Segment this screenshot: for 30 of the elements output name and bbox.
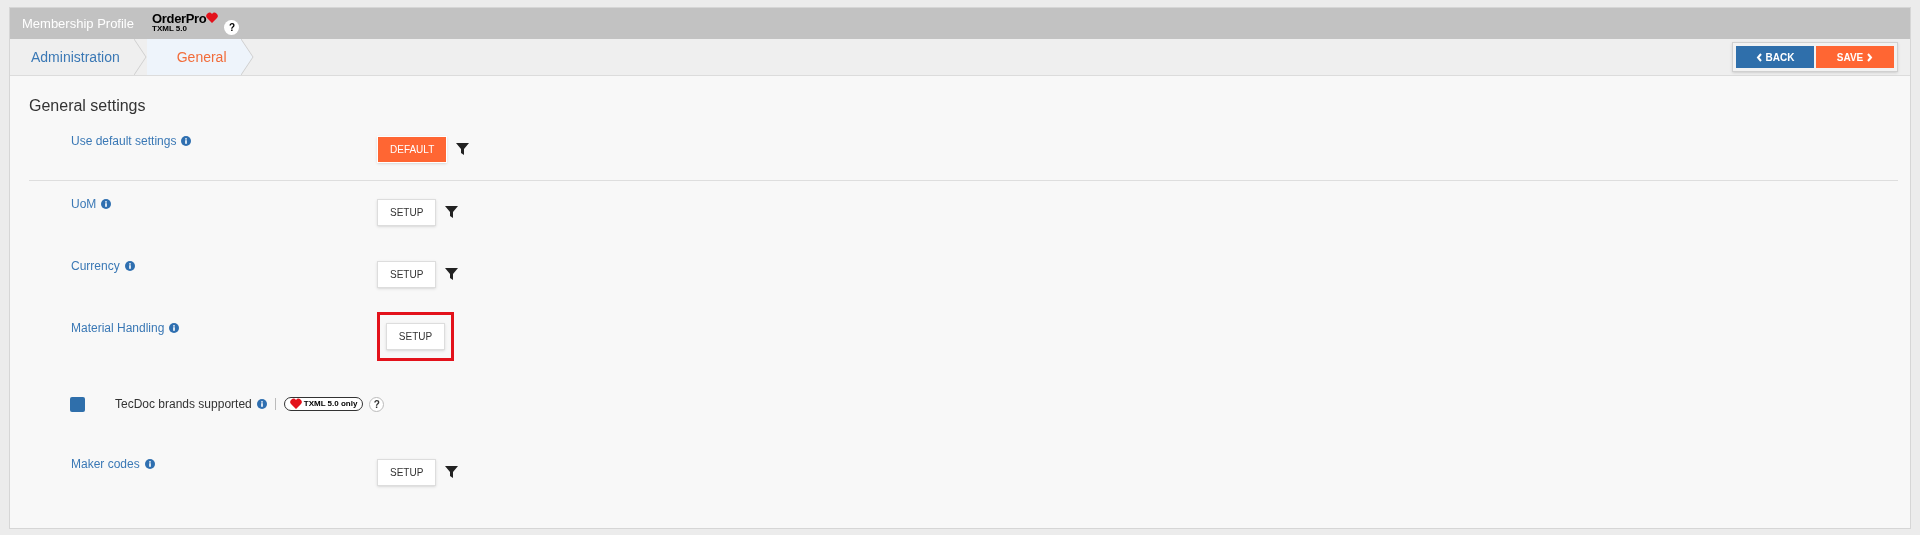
version-badge: TXML 5.0 only [283, 397, 364, 411]
logo-version: TXML 5.0 [152, 25, 188, 33]
logo-text: OrderPro [152, 12, 207, 25]
checkbox[interactable] [70, 396, 85, 412]
setup-button[interactable]: SETUP [377, 198, 437, 226]
info-icon [101, 199, 112, 209]
setting-label: Maker codes [71, 456, 140, 473]
heart-icon [289, 398, 302, 410]
info-icon [181, 136, 192, 146]
setting-label: Currency [71, 258, 120, 275]
info-icon [169, 323, 180, 333]
setting-label: Use default settings [71, 133, 177, 150]
heart-icon [206, 12, 219, 24]
setting-label: UoM [71, 196, 97, 213]
back-button[interactable]: BACK [1736, 46, 1814, 68]
setup-button[interactable]: SETUP [377, 260, 437, 288]
page-title: Membership Profile [22, 14, 134, 33]
help-icon[interactable]: ? [369, 396, 385, 412]
setting-label: TecDoc brands supported [115, 396, 252, 413]
chevron-right-icon [1867, 52, 1874, 62]
setting-label: Material Handling [71, 320, 165, 337]
chevron-left-icon [1755, 52, 1762, 62]
info-icon [124, 261, 135, 271]
setup-button[interactable]: SETUP [385, 322, 446, 350]
help-icon[interactable]: ? [224, 20, 240, 35]
breadcrumb-tab[interactable]: Administration [10, 39, 147, 75]
info-icon [144, 459, 155, 469]
info-icon [256, 399, 267, 409]
setup-button[interactable]: SETUP [377, 458, 437, 486]
section-title: General settings [29, 96, 147, 116]
